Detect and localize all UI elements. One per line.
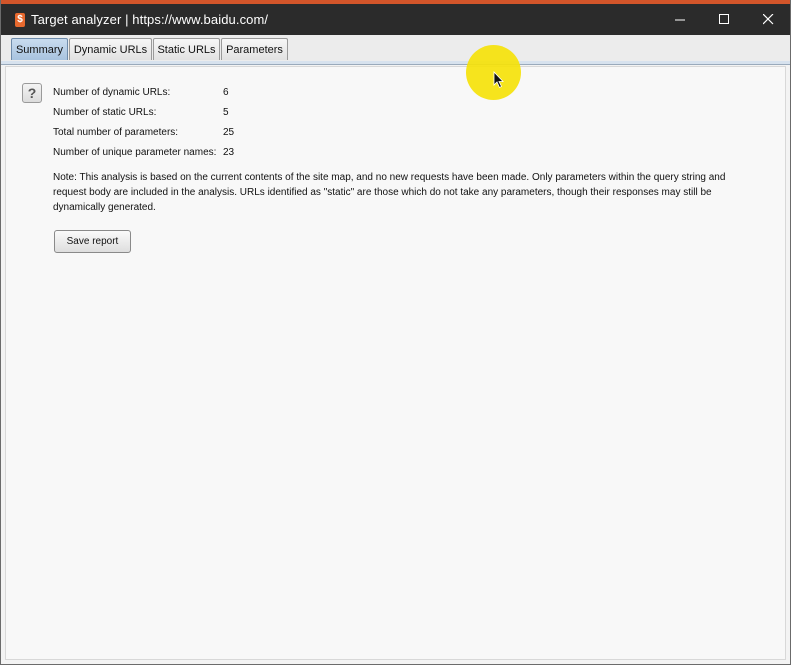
stat-value: 6 xyxy=(223,86,229,98)
mouse-cursor-icon xyxy=(493,71,504,89)
stat-row-static-urls: Number of static URLs: 5 xyxy=(53,102,263,122)
analysis-note: Note: This analysis is based on the curr… xyxy=(53,172,726,213)
tab-dynamic-urls[interactable]: Dynamic URLs xyxy=(69,38,152,60)
close-button[interactable] xyxy=(746,4,790,35)
maximize-icon xyxy=(718,14,729,24)
summary-stats: Number of dynamic URLs: 6 Number of stat… xyxy=(53,82,263,162)
window-title: Target analyzer | https://www.baidu.com/ xyxy=(31,12,269,27)
minimize-button[interactable] xyxy=(658,4,702,35)
save-report-button[interactable]: Save report xyxy=(54,230,131,253)
stat-row-unique-parameter-names: Number of unique parameter names: 23 xyxy=(53,142,263,162)
stat-value: 5 xyxy=(223,106,229,118)
stat-label: Number of static URLs: xyxy=(53,106,157,118)
tab-underline xyxy=(1,61,790,65)
stat-value: 23 xyxy=(223,146,235,158)
tab-parameters[interactable]: Parameters xyxy=(221,38,288,60)
tab-bar: Summary Dynamic URLs Static URLs Paramet… xyxy=(1,35,790,62)
minimize-icon xyxy=(674,19,685,21)
stat-value: 25 xyxy=(223,126,235,138)
title-bar[interactable]: $ Target analyzer | https://www.baidu.co… xyxy=(1,4,790,35)
burp-app-icon: $ xyxy=(15,12,25,27)
stat-label: Total number of parameters: xyxy=(53,126,179,138)
tab-static-urls[interactable]: Static URLs xyxy=(153,38,220,60)
stat-label: Number of dynamic URLs: xyxy=(53,86,171,98)
help-icon[interactable]: ? xyxy=(22,83,42,103)
summary-panel: ? Number of dynamic URLs: 6 Number of st… xyxy=(5,66,786,660)
stat-row-total-parameters: Total number of parameters: 25 xyxy=(53,122,263,142)
window-controls xyxy=(658,4,790,35)
target-analyzer-window: $ Target analyzer | https://www.baidu.co… xyxy=(0,0,791,665)
tab-summary[interactable]: Summary xyxy=(11,38,68,60)
maximize-button[interactable] xyxy=(702,4,746,35)
stat-row-dynamic-urls: Number of dynamic URLs: 6 xyxy=(53,82,263,102)
close-icon xyxy=(762,14,773,25)
stat-label: Number of unique parameter names: xyxy=(53,146,217,158)
